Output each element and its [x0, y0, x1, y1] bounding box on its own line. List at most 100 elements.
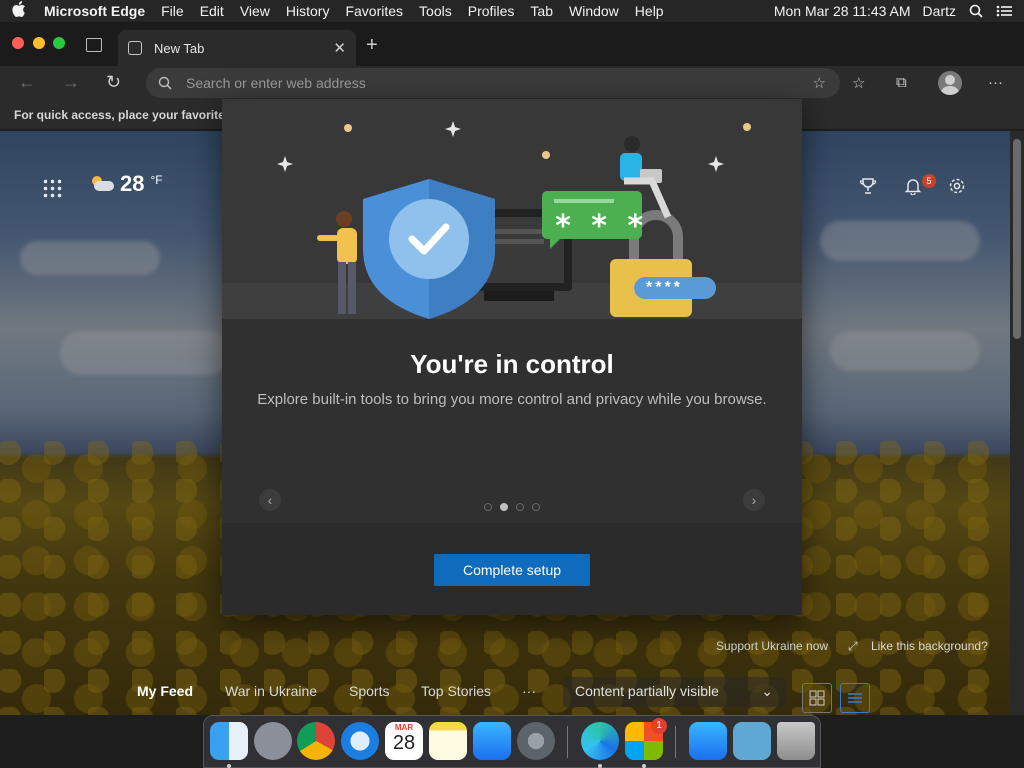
calendar-icon[interactable]: MAR 28: [385, 722, 423, 760]
weather-temperature: 28: [120, 171, 145, 196]
system-preferences-icon[interactable]: [517, 722, 555, 760]
address-bar[interactable]: Search or enter web address ☆: [146, 68, 840, 98]
app-launcher-icon[interactable]: [42, 178, 62, 198]
carousel-dot[interactable]: [500, 503, 508, 511]
password-field-mask: ****: [646, 279, 683, 296]
weather-widget[interactable]: 28 °F: [90, 171, 163, 197]
feed-navigation: My Feed War in Ukraine Sports Top Storie…: [0, 677, 1010, 713]
app-menu[interactable]: Microsoft Edge: [38, 3, 153, 19]
forward-arrow-icon[interactable]: →: [62, 72, 80, 93]
trash-icon[interactable]: [777, 722, 815, 760]
feed-tab-war-in-ukraine[interactable]: War in Ukraine: [225, 683, 317, 699]
notes-icon[interactable]: [429, 722, 467, 760]
calendar-month: MAR: [394, 723, 414, 732]
dialog-description: Explore built-in tools to bring you more…: [257, 391, 767, 408]
menu-profiles[interactable]: Profiles: [460, 3, 523, 19]
running-indicator: [598, 764, 602, 768]
menu-help[interactable]: Help: [627, 3, 672, 19]
chat-password-mask: * * *: [554, 209, 645, 244]
app-store-icon[interactable]: [473, 722, 511, 760]
settings-gear-icon[interactable]: [948, 177, 966, 200]
dock-separator: [567, 726, 568, 758]
chrome-icon[interactable]: [297, 722, 335, 760]
downloads-folder-icon[interactable]: [733, 722, 771, 760]
carousel-next-button[interactable]: ›: [743, 489, 765, 511]
browser-toolbar: ← → ↻ Search or enter web address ☆ ☆ ⧉ …: [0, 66, 1024, 100]
carousel-dot[interactable]: [484, 503, 492, 511]
menubar-clock[interactable]: Mon Mar 28 11:43 AM: [774, 3, 911, 19]
menu-window[interactable]: Window: [561, 3, 627, 19]
favorites-icon[interactable]: ☆: [852, 74, 865, 92]
weather-unit: °F: [150, 173, 163, 187]
partly-cloudy-icon: [90, 176, 114, 192]
more-options-icon[interactable]: ···: [988, 74, 1003, 91]
dock-separator: [675, 726, 676, 758]
close-window-button[interactable]: [12, 37, 24, 49]
tab-actions-icon[interactable]: [86, 38, 102, 52]
like-background-link[interactable]: Like this background?: [871, 639, 988, 653]
menu-tools[interactable]: Tools: [411, 3, 460, 19]
feed-more-button[interactable]: ···: [522, 683, 536, 699]
tab-close-icon[interactable]: ✕: [333, 39, 346, 57]
expand-icon[interactable]: ⤢: [848, 639, 858, 654]
safari-icon[interactable]: [341, 722, 379, 760]
support-ukraine-link[interactable]: Support Ukraine now: [716, 639, 828, 653]
microsoft-edge-icon[interactable]: [581, 722, 619, 760]
dialog-title: You're in control: [410, 349, 614, 379]
add-favorite-icon[interactable]: ☆: [813, 74, 826, 92]
grid-layout-button[interactable]: [802, 683, 832, 713]
carousel-dot[interactable]: [516, 503, 524, 511]
list-layout-button[interactable]: [840, 683, 870, 713]
collections-icon[interactable]: ⧉: [896, 74, 907, 91]
back-arrow-icon[interactable]: ←: [18, 72, 36, 93]
menubar-user[interactable]: Dartz: [923, 3, 956, 19]
page-scrollbar[interactable]: [1010, 131, 1024, 715]
notification-count-badge: 5: [922, 174, 936, 188]
chevron-down-icon: ⌄: [761, 683, 773, 699]
apple-menu-icon[interactable]: [0, 1, 38, 21]
minimize-window-button[interactable]: [33, 37, 45, 49]
running-indicator: [227, 764, 231, 768]
profile-avatar[interactable]: [938, 71, 962, 95]
control-center-icon[interactable]: [996, 3, 1012, 19]
running-indicator: [642, 764, 646, 768]
tab-new-tab[interactable]: New Tab ✕: [118, 30, 356, 66]
menu-view[interactable]: View: [232, 3, 278, 19]
privacy-illustration-art: [277, 121, 751, 319]
mac-menu-bar: Microsoft Edge File Edit View History Fa…: [0, 0, 1024, 22]
content-visibility-value: Content partially visible: [575, 683, 719, 699]
feed-tab-my-feed[interactable]: My Feed: [137, 683, 193, 699]
spotlight-search-icon[interactable]: [968, 3, 984, 19]
app-store-folder-icon[interactable]: [689, 722, 727, 760]
mac-dock: MAR 28 1: [203, 715, 821, 768]
carousel-prev-button[interactable]: ‹: [259, 489, 281, 511]
content-visibility-select[interactable]: Content partially visible ⌄: [563, 677, 785, 707]
scrollbar-thumb[interactable]: [1013, 139, 1021, 339]
feed-tab-top-stories[interactable]: Top Stories: [421, 683, 491, 699]
carousel-indicator: [484, 503, 540, 511]
browser-titlebar: New Tab ✕ +: [0, 22, 1024, 66]
privacy-illustration: * * * ****: [222, 99, 802, 319]
launchpad-icon[interactable]: [254, 722, 292, 760]
favorites-bar-hint: For quick access, place your favorite: [14, 108, 225, 122]
notifications-bell-icon[interactable]: [904, 177, 922, 200]
new-tab-button[interactable]: +: [366, 34, 378, 57]
menu-favorites[interactable]: Favorites: [337, 3, 411, 19]
setup-dialog: * * * **** You're in control Explore bui…: [222, 99, 802, 615]
update-count-badge: 1: [651, 718, 667, 734]
menu-tab[interactable]: Tab: [522, 3, 561, 19]
zoom-window-button[interactable]: [53, 37, 65, 49]
address-placeholder: Search or enter web address: [186, 75, 366, 91]
menu-edit[interactable]: Edit: [192, 3, 232, 19]
menu-file[interactable]: File: [153, 3, 192, 19]
finder-icon[interactable]: [210, 722, 248, 760]
refresh-icon[interactable]: ↻: [106, 72, 121, 93]
complete-setup-button[interactable]: Complete setup: [434, 554, 590, 586]
feed-tab-sports[interactable]: Sports: [349, 683, 389, 699]
new-tab-page-icon: [128, 41, 142, 55]
rewards-trophy-icon[interactable]: [859, 177, 877, 200]
carousel-dot[interactable]: [532, 503, 540, 511]
search-icon: [158, 76, 172, 90]
menu-history[interactable]: History: [278, 3, 338, 19]
calendar-day: 28: [392, 732, 416, 754]
